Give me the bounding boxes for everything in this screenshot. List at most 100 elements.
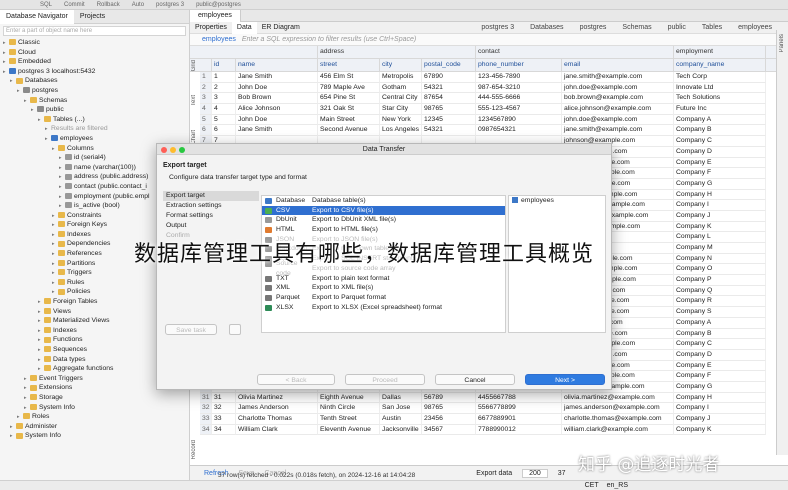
grid-cell[interactable]: 555-123-4567 — [476, 104, 562, 115]
next-button[interactable]: Next > — [525, 374, 605, 385]
grid-cell[interactable]: john.doe@example.com — [562, 114, 674, 126]
view-record-tab[interactable]: Record — [191, 440, 197, 459]
tree-node[interactable]: ▸ Databases — [0, 76, 189, 86]
grid-cell[interactable]: 654 Pine St — [318, 93, 380, 105]
breadcrumb-item[interactable]: postgres 3 — [476, 24, 519, 31]
tree-node[interactable]: ▸ Storage — [0, 393, 189, 403]
grid-cell[interactable]: Company J — [674, 414, 766, 425]
source-table-item[interactable]: employees — [509, 196, 605, 206]
grid-cell[interactable]: Ninth Circle — [318, 403, 380, 414]
grid-cell[interactable]: 54321 — [422, 125, 476, 137]
grid-cell[interactable]: Dallas — [380, 392, 422, 404]
tree-node[interactable]: ▸ Embedded — [0, 57, 189, 67]
grid-cell[interactable]: Company A — [674, 114, 766, 126]
grid-cell[interactable]: james.anderson@example.com — [562, 403, 674, 414]
breadcrumb-item[interactable]: postgres — [575, 24, 612, 31]
toolbar-item[interactable]: Auto — [132, 2, 144, 8]
table-row[interactable]: 2 2 John Doe 789 Maple Ave Gotham 54321 987-65… — [200, 82, 788, 94]
grid-cell[interactable]: Company H — [674, 392, 766, 404]
minimize-window-button[interactable] — [170, 146, 176, 153]
table-row[interactable]: 33 33 Charlotte Thomas Tenth Street Austin 23… — [200, 414, 788, 425]
wizard-step[interactable]: Export target — [163, 191, 259, 201]
grid-cell[interactable]: Company P — [674, 275, 766, 286]
table-row[interactable]: 32 32 James Anderson Ninth Circle San Jose 98… — [200, 403, 788, 414]
grid-cell[interactable]: 32 — [212, 403, 236, 414]
grid-cell[interactable]: 6677889901 — [476, 414, 562, 425]
toolbar-item[interactable]: public@postgres — [196, 2, 241, 8]
grid-cell[interactable]: Eleventh Avenue — [318, 424, 380, 436]
grid-cell[interactable]: alice.johnson@example.com — [562, 104, 674, 115]
grid-cell[interactable]: San Jose — [380, 403, 422, 414]
grid-cell[interactable]: Tech Solutions — [674, 93, 766, 105]
grid-cell[interactable]: william.clark@example.com — [562, 424, 674, 436]
grid-cell[interactable]: Jane Smith — [236, 72, 318, 83]
grid-cell[interactable]: James Anderson — [236, 403, 318, 414]
grid-cell[interactable]: Company D — [674, 349, 766, 361]
grid-cell[interactable]: Austin — [380, 414, 422, 425]
grid-cell[interactable]: Company K — [674, 424, 766, 436]
tree-node[interactable]: ▸ Schemas — [0, 96, 189, 106]
grid-cell[interactable]: Eighth Avenue — [318, 392, 380, 404]
grid-cell[interactable]: Bob Brown — [236, 93, 318, 105]
grid-cell[interactable]: Company L — [674, 232, 766, 243]
wizard-step[interactable]: Output — [163, 221, 259, 231]
grid-cell[interactable]: 12345 — [422, 114, 476, 126]
tab-database-navigator[interactable]: Database Navigator — [0, 9, 74, 24]
column-header-phone-number[interactable]: phone_number — [476, 59, 562, 71]
grid-cell[interactable]: Company I — [674, 403, 766, 414]
grid-cell[interactable]: 321 Oak St — [318, 104, 380, 115]
toolbar-item[interactable]: SQL — [40, 2, 52, 8]
export-type-xlsx[interactable]: XLSX Export to XLSX (Excel spreadsheet) f… — [262, 303, 505, 313]
table-row[interactable]: 34 34 William Clark Eleventh Avenue Jacksonv… — [200, 424, 788, 436]
tree-node[interactable]: ▸ System Info — [0, 431, 189, 441]
grid-cell[interactable]: Gotham — [380, 82, 422, 94]
grid-cell[interactable]: Company G — [674, 178, 766, 190]
grid-cell[interactable]: Main Street — [318, 114, 380, 126]
grid-cell[interactable]: Los Angeles — [380, 125, 422, 137]
toolbar-item[interactable]: Commit — [64, 2, 85, 8]
tree-node[interactable]: ▸ Tables (...) — [0, 115, 189, 125]
tab-er-diagram[interactable]: ER Diagram — [257, 22, 305, 34]
grid-cell[interactable]: Second Avenue — [318, 125, 380, 137]
view-text-tab[interactable]: Text — [191, 95, 197, 106]
grid-cell[interactable]: Company N — [674, 253, 766, 265]
export-type-dbunit[interactable]: DbUnit Export to DbUnit XML file(s) — [262, 215, 505, 225]
tree-node[interactable]: ▸ postgres 3 localhost:5432 — [0, 67, 189, 77]
grid-cell[interactable]: 444-555-6666 — [476, 93, 562, 105]
grid-cell[interactable]: Company O — [674, 264, 766, 276]
grid-cell[interactable]: 1234567890 — [476, 114, 562, 126]
breadcrumb-item[interactable]: Databases — [525, 24, 568, 31]
grid-cell[interactable]: 6 — [212, 125, 236, 137]
toolbar-item[interactable]: postgres 3 — [156, 2, 184, 8]
filter-input[interactable]: Enter a SQL expression to filter results… — [242, 36, 416, 43]
grid-cell[interactable]: Metropolis — [380, 72, 422, 83]
grid-cell[interactable]: 5 — [212, 114, 236, 126]
grid-cell[interactable]: 33 — [212, 414, 236, 425]
grid-cell[interactable]: Company M — [674, 243, 766, 254]
grid-cell[interactable]: John Doe — [236, 114, 318, 126]
tree-node[interactable]: ▸ Cloud — [0, 48, 189, 58]
grid-cell[interactable]: 5566778899 — [476, 403, 562, 414]
cancel-dialog-button[interactable]: Cancel — [435, 374, 515, 385]
table-row[interactable]: 3 3 Bob Brown 654 Pine St Central City 87654 4… — [200, 93, 788, 105]
grid-cell[interactable]: Company H — [674, 189, 766, 201]
grid-cell[interactable]: charlotte.thomas@example.com — [562, 414, 674, 425]
grid-cell[interactable]: 31 — [212, 392, 236, 404]
grid-cell[interactable]: 54321 — [422, 82, 476, 94]
column-header-name[interactable]: name — [236, 59, 318, 71]
grid-cell[interactable]: Tenth Street — [318, 414, 380, 425]
grid-cell[interactable]: John Doe — [236, 82, 318, 94]
toolbar-item[interactable]: Rollback — [97, 2, 120, 8]
tree-node[interactable]: ▸ Roles — [0, 412, 189, 422]
task-settings-icon[interactable] — [229, 324, 241, 335]
grid-cell[interactable]: Company B — [674, 125, 766, 137]
wizard-step[interactable]: Extraction settings — [163, 201, 259, 211]
tab-projects[interactable]: Projects — [74, 10, 111, 24]
grid-cell[interactable]: Jane Smith — [236, 125, 318, 137]
table-row[interactable]: 6 6 Jane Smith Second Avenue Los Angeles 5432… — [200, 125, 788, 137]
grid-cell[interactable]: Jacksonville — [380, 424, 422, 436]
back-button[interactable]: < Back — [257, 374, 335, 385]
column-header-email[interactable]: email — [562, 59, 674, 71]
grid-cell[interactable]: 34 — [212, 424, 236, 436]
grid-cell[interactable]: Company C — [674, 339, 766, 350]
